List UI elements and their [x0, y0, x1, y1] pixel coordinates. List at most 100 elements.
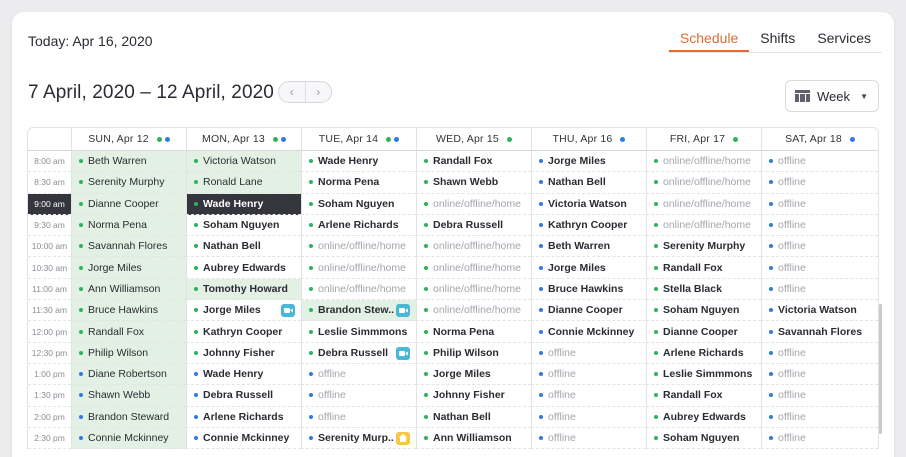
schedule-slot[interactable]: Serenity Murp.. [301, 427, 416, 450]
schedule-slot[interactable]: online/offline/home [416, 236, 531, 258]
schedule-slot[interactable]: online/offline/home [301, 257, 416, 279]
schedule-slot[interactable]: offline [761, 427, 878, 450]
schedule-slot[interactable]: Wade Henry [186, 363, 301, 386]
schedule-slot[interactable]: offline [531, 342, 646, 364]
schedule-slot[interactable]: Shawn Webb [416, 172, 531, 194]
view-mode-select[interactable]: Week ▼ [785, 80, 879, 112]
schedule-slot[interactable]: offline [761, 193, 878, 215]
schedule-slot[interactable]: Jorge Miles [186, 300, 301, 322]
schedule-slot[interactable]: offline [761, 151, 878, 173]
schedule-slot[interactable]: Ronald Lane [186, 172, 301, 194]
schedule-slot[interactable]: Aubrey Edwards [646, 406, 761, 428]
tab-services[interactable]: Services [806, 29, 882, 52]
schedule-slot[interactable]: Serenity Murphy [646, 236, 761, 258]
schedule-slot[interactable]: Dianne Cooper [71, 193, 186, 215]
day-header[interactable]: MON, Apr 13 [186, 128, 301, 150]
schedule-slot[interactable]: Nathan Bell [416, 406, 531, 428]
schedule-slot[interactable]: Nathan Bell [186, 236, 301, 258]
schedule-slot[interactable]: Debra Russell [186, 385, 301, 407]
schedule-slot[interactable]: Beth Warren [71, 151, 186, 173]
schedule-slot[interactable]: Randall Fox [71, 321, 186, 343]
schedule-slot[interactable]: offline [301, 385, 416, 407]
schedule-slot[interactable]: Soham Nguyen [646, 427, 761, 450]
schedule-slot[interactable]: Wade Henry [301, 151, 416, 173]
tab-schedule[interactable]: Schedule [668, 29, 750, 52]
schedule-slot[interactable]: offline [761, 385, 878, 407]
video-call-icon[interactable] [281, 304, 295, 318]
schedule-slot[interactable]: offline [301, 363, 416, 386]
schedule-slot[interactable]: Norma Pena [301, 172, 416, 194]
schedule-slot[interactable]: Connie Mckinney [71, 427, 186, 450]
schedule-slot[interactable]: online/offline/home [301, 236, 416, 258]
schedule-slot[interactable]: online/offline/home [301, 278, 416, 301]
schedule-slot[interactable]: Soham Nguyen [186, 214, 301, 237]
schedule-slot[interactable]: online/offline/home [646, 214, 761, 237]
schedule-slot[interactable]: Randall Fox [646, 385, 761, 407]
schedule-slot[interactable]: Arlene Richards [301, 214, 416, 237]
schedule-slot[interactable]: Soham Nguyen [646, 300, 761, 322]
schedule-slot[interactable]: Debra Russell [416, 214, 531, 237]
schedule-slot[interactable]: Jorge Miles [531, 151, 646, 173]
schedule-slot[interactable]: Debra Russell [301, 342, 416, 364]
schedule-slot[interactable]: Kathryn Cooper [531, 214, 646, 237]
schedule-slot[interactable]: Brandon Stew.. [301, 300, 416, 322]
schedule-slot[interactable]: Tomothy Howard [186, 278, 301, 301]
schedule-slot[interactable]: offline [761, 172, 878, 194]
schedule-slot[interactable]: Stella Black [646, 278, 761, 301]
schedule-slot[interactable]: offline [761, 342, 878, 364]
schedule-slot[interactable]: Leslie Simmmons [646, 363, 761, 386]
schedule-slot[interactable]: Ann Williamson [416, 427, 531, 450]
schedule-slot[interactable]: Connie Mckinney [531, 321, 646, 343]
schedule-slot[interactable]: Dianne Cooper [531, 300, 646, 322]
schedule-slot[interactable]: Bruce Hawkins [71, 300, 186, 322]
schedule-slot[interactable]: offline [761, 278, 878, 301]
schedule-slot[interactable]: Savannah Flores [761, 321, 878, 343]
schedule-slot[interactable]: Ann Williamson [71, 278, 186, 301]
schedule-slot[interactable]: Diane Robertson [71, 363, 186, 386]
tab-shifts[interactable]: Shifts [749, 29, 806, 52]
schedule-slot[interactable]: offline [761, 214, 878, 237]
schedule-slot[interactable]: Brandon Steward [71, 406, 186, 428]
schedule-slot[interactable]: online/offline/home [646, 193, 761, 215]
schedule-slot[interactable]: online/offline/home [416, 278, 531, 301]
day-header[interactable]: SAT, Apr 18 [761, 128, 878, 150]
next-week-button[interactable]: › [304, 82, 332, 102]
schedule-slot[interactable]: Wade Henry [186, 193, 301, 215]
day-header[interactable]: THU, Apr 16 [531, 128, 646, 150]
schedule-slot[interactable]: Philip Wilson [71, 342, 186, 364]
video-call-icon[interactable] [396, 304, 410, 318]
schedule-slot[interactable]: offline [531, 427, 646, 450]
schedule-slot[interactable]: Bruce Hawkins [531, 278, 646, 301]
schedule-slot[interactable]: Aubrey Edwards [186, 257, 301, 279]
schedule-slot[interactable]: Victoria Watson [186, 151, 301, 173]
schedule-slot[interactable]: Randall Fox [416, 151, 531, 173]
day-header[interactable]: TUE, Apr 14 [301, 128, 416, 150]
vertical-scrollbar[interactable] [879, 304, 882, 434]
schedule-slot[interactable]: Kathryn Cooper [186, 321, 301, 343]
schedule-slot[interactable]: offline [761, 236, 878, 258]
schedule-slot[interactable]: offline [761, 257, 878, 279]
schedule-slot[interactable]: Arlene Richards [186, 406, 301, 428]
schedule-slot[interactable]: offline [531, 363, 646, 386]
schedule-slot[interactable]: Serenity Murphy [71, 172, 186, 194]
schedule-slot[interactable]: offline [301, 406, 416, 428]
schedule-slot[interactable]: online/offline/home [416, 300, 531, 322]
schedule-slot[interactable]: Arlene Richards [646, 342, 761, 364]
schedule-slot[interactable]: Jorge Miles [71, 257, 186, 279]
schedule-slot[interactable]: Victoria Watson [531, 193, 646, 215]
schedule-slot[interactable]: offline [761, 363, 878, 386]
schedule-slot[interactable]: Shawn Webb [71, 385, 186, 407]
schedule-slot[interactable]: Victoria Watson [761, 300, 878, 322]
schedule-slot[interactable]: Dianne Cooper [646, 321, 761, 343]
schedule-slot[interactable]: Jorge Miles [416, 363, 531, 386]
schedule-slot[interactable]: offline [531, 385, 646, 407]
day-header[interactable]: WED, Apr 15 [416, 128, 531, 150]
schedule-slot[interactable]: Leslie Simmmons [301, 321, 416, 343]
schedule-slot[interactable]: Randall Fox [646, 257, 761, 279]
schedule-slot[interactable]: Jorge Miles [531, 257, 646, 279]
day-header[interactable]: FRI, Apr 17 [646, 128, 761, 150]
schedule-slot[interactable]: offline [761, 406, 878, 428]
day-header[interactable]: SUN, Apr 12 [71, 128, 186, 150]
schedule-slot[interactable]: Philip Wilson [416, 342, 531, 364]
schedule-slot[interactable]: online/offline/home [646, 151, 761, 173]
